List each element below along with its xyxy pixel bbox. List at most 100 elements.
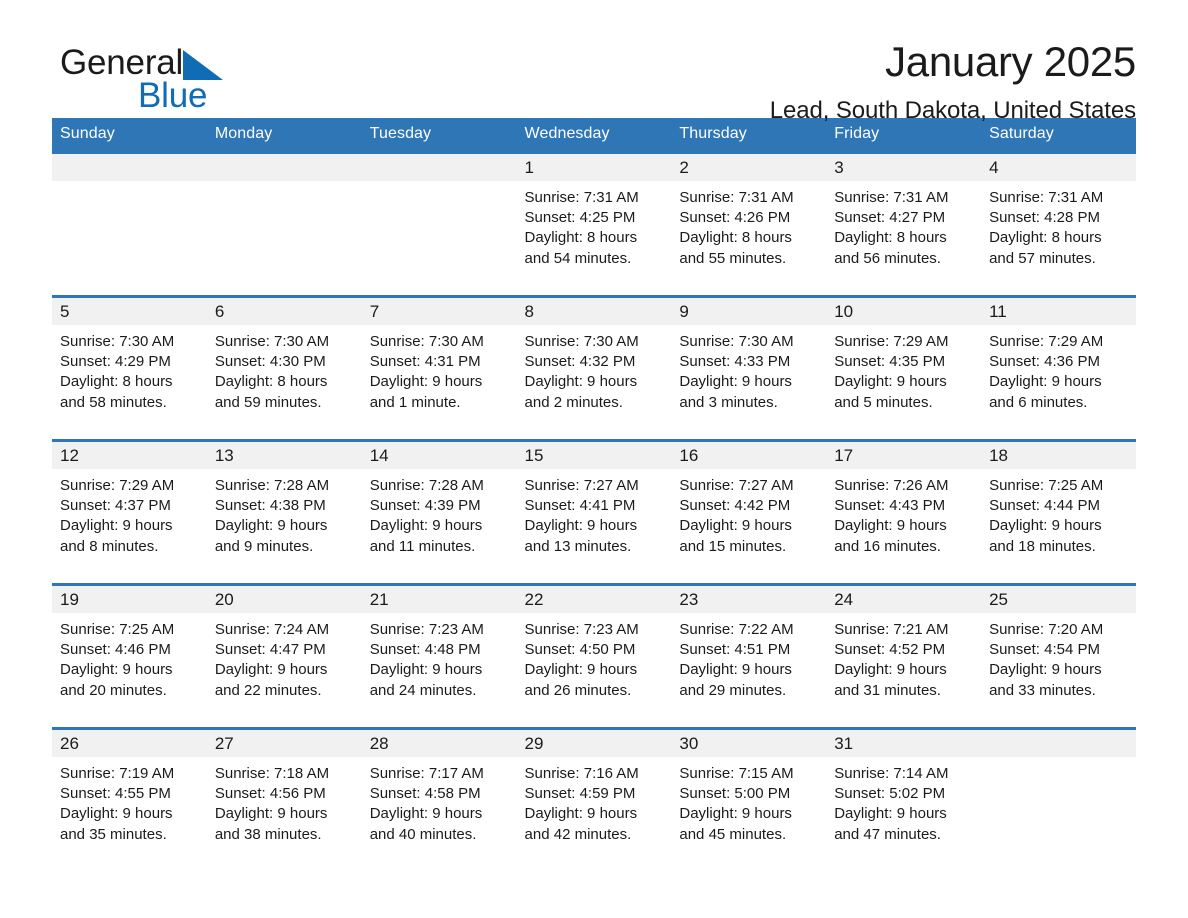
- sunrise-text: Sunrise: 7:15 AM: [679, 765, 794, 782]
- calendar-day-cell[interactable]: 21 Sunrise: 7:23 AM Sunset: 4:48 PM Dayligh…: [361, 585, 517, 718]
- calendar-day-cell[interactable]: 7 Sunrise: 7:30 AM Sunset: 4:31 PM Daylight…: [361, 297, 517, 430]
- calendar-day-cell-empty: [981, 729, 1136, 862]
- day-cell-content: 13 Sunrise: 7:28 AM Sunset: 4:38 PM Dayligh…: [206, 442, 362, 573]
- calendar-day-cell[interactable]: 23 Sunrise: 7:22 AM Sunset: 4:51 PM Dayligh…: [671, 585, 827, 718]
- daylight-text-line1: Daylight: 8 hours: [989, 229, 1102, 247]
- daylight-text-line2: and 47 minutes.: [834, 825, 941, 843]
- calendar-day-cell[interactable]: 19 Sunrise: 7:25 AM Sunset: 4:46 PM Dayligh…: [52, 585, 207, 718]
- general-blue-logo[interactable]: General Blue: [60, 44, 390, 116]
- daylight-text-line2: and 58 minutes.: [60, 393, 167, 411]
- daylight-text-line1: Daylight: 9 hours: [524, 373, 638, 391]
- day-details: Sunrise: 7:15 AM Sunset: 5:00 PM Daylight:…: [671, 757, 826, 845]
- day-details: Sunrise: 7:29 AM Sunset: 4:36 PM Daylight:…: [981, 325, 1136, 413]
- sunrise-text: Sunrise: 7:27 AM: [679, 477, 794, 494]
- day-cell-content: 11 Sunrise: 7:29 AM Sunset: 4:36 PM Dayligh…: [981, 298, 1136, 429]
- daylight-text-line1: Daylight: 9 hours: [679, 805, 792, 823]
- calendar-day-cell[interactable]: 30 Sunrise: 7:15 AM Sunset: 5:00 PM Dayligh…: [671, 729, 827, 862]
- daylight-text-line1: Daylight: 9 hours: [524, 805, 638, 823]
- calendar-day-cell[interactable]: 9 Sunrise: 7:30 AM Sunset: 4:33 PM Daylight…: [671, 297, 827, 430]
- sunset-text: Sunset: 4:26 PM: [679, 209, 791, 227]
- day-cell-content: 21 Sunrise: 7:23 AM Sunset: 4:48 PM Dayligh…: [361, 586, 517, 717]
- calendar-day-cell[interactable]: 1 Sunrise: 7:31 AM Sunset: 4:25 PM Daylight…: [516, 153, 672, 286]
- daylight-text-line2: and 20 minutes.: [60, 681, 167, 699]
- day-cell-content: 9 Sunrise: 7:30 AM Sunset: 4:33 PM Daylight…: [671, 298, 827, 429]
- page-header: General Blue January 2025 Lead, South Da…: [52, 0, 1136, 124]
- day-number: 7: [361, 298, 517, 325]
- daylight-text-line1: Daylight: 9 hours: [214, 805, 328, 823]
- sunrise-text: Sunrise: 7:31 AM: [524, 189, 639, 206]
- sunset-text: Sunset: 4:35 PM: [834, 353, 946, 371]
- daylight-text-line2: and 31 minutes.: [834, 681, 941, 699]
- calendar-day-cell[interactable]: 5 Sunrise: 7:30 AM Sunset: 4:29 PM Daylight…: [52, 297, 207, 430]
- sunset-text: Sunset: 5:00 PM: [679, 785, 791, 803]
- day-cell-content: 12 Sunrise: 7:29 AM Sunset: 4:37 PM Dayligh…: [52, 442, 207, 573]
- calendar-day-cell[interactable]: 14 Sunrise: 7:28 AM Sunset: 4:39 PM Dayligh…: [361, 441, 517, 574]
- calendar-day-cell[interactable]: 13 Sunrise: 7:28 AM Sunset: 4:38 PM Dayligh…: [206, 441, 362, 574]
- calendar-day-cell[interactable]: 18 Sunrise: 7:25 AM Sunset: 4:44 PM Dayligh…: [981, 441, 1136, 574]
- calendar-day-cell[interactable]: 25 Sunrise: 7:20 AM Sunset: 4:54 PM Dayligh…: [981, 585, 1136, 718]
- calendar-day-cell[interactable]: 16 Sunrise: 7:27 AM Sunset: 4:42 PM Dayligh…: [671, 441, 827, 574]
- day-details: Sunrise: 7:31 AM Sunset: 4:26 PM Daylight:…: [671, 181, 826, 269]
- day-cell-content: 20 Sunrise: 7:24 AM Sunset: 4:47 PM Dayligh…: [206, 586, 362, 717]
- day-details: Sunrise: 7:21 AM Sunset: 4:52 PM Daylight:…: [826, 613, 981, 701]
- calendar-day-cell[interactable]: 26 Sunrise: 7:19 AM Sunset: 4:55 PM Dayligh…: [52, 729, 207, 862]
- calendar-day-cell[interactable]: 27 Sunrise: 7:18 AM Sunset: 4:56 PM Dayligh…: [206, 729, 362, 862]
- day-cell-content: 23 Sunrise: 7:22 AM Sunset: 4:51 PM Dayligh…: [671, 586, 827, 717]
- calendar-week-row: 19 Sunrise: 7:25 AM Sunset: 4:46 PM Dayligh…: [52, 584, 1136, 718]
- daylight-text-line2: and 55 minutes.: [679, 249, 787, 267]
- calendar-day-cell[interactable]: 20 Sunrise: 7:24 AM Sunset: 4:47 PM Dayligh…: [206, 585, 362, 718]
- calendar-day-cell[interactable]: 17 Sunrise: 7:26 AM Sunset: 4:43 PM Dayligh…: [826, 441, 982, 574]
- week-spacer-cell: [52, 573, 1136, 585]
- sunrise-text: Sunrise: 7:28 AM: [369, 477, 484, 494]
- calendar-day-cell[interactable]: 29 Sunrise: 7:16 AM Sunset: 4:59 PM Dayligh…: [516, 729, 672, 862]
- sunset-text: Sunset: 4:32 PM: [524, 353, 636, 371]
- sunset-text: Sunset: 4:48 PM: [369, 641, 481, 659]
- daylight-text-line1: Daylight: 8 hours: [834, 229, 947, 247]
- sunrise-text: Sunrise: 7:17 AM: [369, 765, 484, 782]
- day-number: 10: [826, 298, 982, 325]
- calendar-day-cell[interactable]: 3 Sunrise: 7:31 AM Sunset: 4:27 PM Daylight…: [826, 153, 982, 286]
- day-cell-content: 14 Sunrise: 7:28 AM Sunset: 4:39 PM Dayligh…: [361, 442, 517, 573]
- calendar-day-cell[interactable]: 11 Sunrise: 7:29 AM Sunset: 4:36 PM Dayligh…: [981, 297, 1136, 430]
- daylight-text-line2: and 56 minutes.: [834, 249, 941, 267]
- calendar-day-cell[interactable]: 28 Sunrise: 7:17 AM Sunset: 4:58 PM Dayligh…: [361, 729, 517, 862]
- day-cell-content: 27 Sunrise: 7:18 AM Sunset: 4:56 PM Dayligh…: [206, 730, 362, 861]
- calendar-day-cell[interactable]: 4 Sunrise: 7:31 AM Sunset: 4:28 PM Daylight…: [981, 153, 1136, 286]
- day-number: 1: [516, 154, 672, 181]
- sunrise-text: Sunrise: 7:25 AM: [60, 621, 175, 638]
- calendar-day-cell[interactable]: 12 Sunrise: 7:29 AM Sunset: 4:37 PM Dayligh…: [52, 441, 207, 574]
- day-number: 30: [671, 730, 827, 757]
- day-number: 17: [826, 442, 982, 469]
- day-number: 15: [516, 442, 672, 469]
- calendar-day-cell[interactable]: 22 Sunrise: 7:23 AM Sunset: 4:50 PM Dayligh…: [516, 585, 672, 718]
- daylight-text-line2: and 2 minutes.: [524, 393, 623, 411]
- daylight-text-line1: Daylight: 9 hours: [834, 805, 947, 823]
- calendar-week-row: 12 Sunrise: 7:29 AM Sunset: 4:37 PM Dayligh…: [52, 440, 1136, 574]
- daylight-text-line2: and 15 minutes.: [679, 537, 787, 555]
- calendar-day-cell[interactable]: 10 Sunrise: 7:29 AM Sunset: 4:35 PM Dayligh…: [826, 297, 982, 430]
- daylight-text-line2: and 9 minutes.: [214, 537, 314, 555]
- daylight-text-line2: and 18 minutes.: [989, 537, 1096, 555]
- calendar-day-cell[interactable]: 31 Sunrise: 7:14 AM Sunset: 5:02 PM Dayligh…: [826, 729, 982, 862]
- day-details: Sunrise: 7:29 AM Sunset: 4:35 PM Daylight:…: [826, 325, 981, 413]
- calendar-day-cell-empty: [52, 153, 207, 286]
- day-details: Sunrise: 7:23 AM Sunset: 4:48 PM Daylight:…: [362, 613, 517, 701]
- sunset-text: Sunset: 4:28 PM: [989, 209, 1100, 227]
- day-number: 22: [516, 586, 672, 613]
- calendar-day-cell[interactable]: 24 Sunrise: 7:21 AM Sunset: 4:52 PM Dayligh…: [826, 585, 982, 718]
- calendar-day-cell[interactable]: 15 Sunrise: 7:27 AM Sunset: 4:41 PM Dayligh…: [516, 441, 672, 574]
- calendar-day-cell[interactable]: 2 Sunrise: 7:31 AM Sunset: 4:26 PM Daylight…: [671, 153, 827, 286]
- calendar-day-cell[interactable]: 8 Sunrise: 7:30 AM Sunset: 4:32 PM Daylight…: [516, 297, 672, 430]
- day-cell-content: 18 Sunrise: 7:25 AM Sunset: 4:44 PM Dayligh…: [981, 442, 1136, 573]
- calendar-day-cell[interactable]: 6 Sunrise: 7:30 AM Sunset: 4:30 PM Daylight…: [206, 297, 362, 430]
- sunrise-text: Sunrise: 7:30 AM: [60, 333, 175, 350]
- calendar-body: 1 Sunrise: 7:31 AM Sunset: 4:25 PM Daylight…: [52, 152, 1136, 862]
- sunrise-text: Sunrise: 7:23 AM: [369, 621, 484, 638]
- week-spacer-cell: [52, 429, 1136, 441]
- daylight-text-line1: Daylight: 9 hours: [369, 805, 483, 823]
- daylight-text-line2: and 45 minutes.: [679, 825, 787, 843]
- day-number: [52, 154, 207, 181]
- day-details: Sunrise: 7:31 AM Sunset: 4:27 PM Daylight:…: [826, 181, 981, 269]
- sunset-text: Sunset: 5:02 PM: [834, 785, 946, 803]
- calendar-week-row: 5 Sunrise: 7:30 AM Sunset: 4:29 PM Daylight…: [52, 296, 1136, 430]
